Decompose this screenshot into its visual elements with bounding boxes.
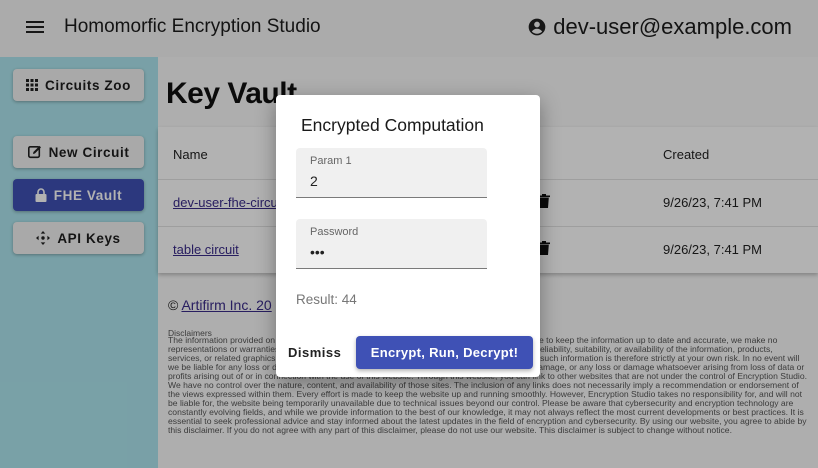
field-value: ••• [310,244,325,260]
encrypted-computation-dialog: Encrypted Computation Param 1 2 Password… [276,95,540,377]
dialog-title: Encrypted Computation [301,115,484,135]
result-text: Result: 44 [296,292,357,307]
field-label: Param 1 [310,155,352,167]
field-label: Password [310,226,359,238]
password-field[interactable]: Password ••• [296,219,487,269]
param-1-field[interactable]: Param 1 2 [296,148,487,198]
dismiss-button[interactable]: Dismiss [288,345,341,360]
encrypt-run-decrypt-button[interactable]: Encrypt, Run, Decrypt! [356,336,533,369]
field-value: 2 [310,173,318,189]
